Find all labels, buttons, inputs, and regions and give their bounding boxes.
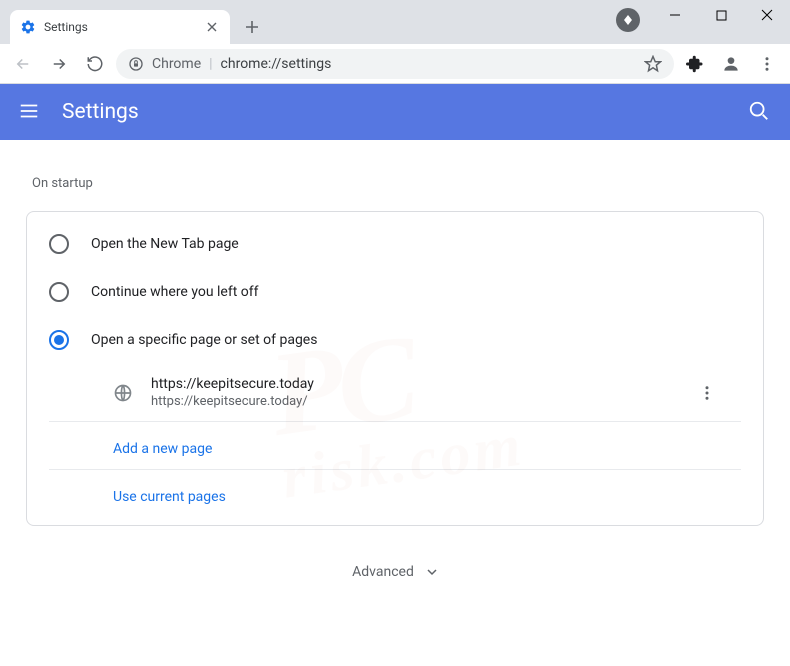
omnibox-chip: Chrome (152, 56, 201, 72)
profile-button[interactable] (716, 49, 746, 79)
section-title: On startup (32, 176, 764, 191)
radio-icon[interactable] (49, 282, 69, 302)
startup-card: Open the New Tab page Continue where you… (26, 211, 764, 526)
startup-option-continue[interactable]: Continue where you left off (27, 268, 763, 316)
startup-page-row: https://keepitsecure.today https://keepi… (49, 364, 741, 422)
address-bar[interactable]: Chrome | chrome://settings (116, 49, 674, 79)
advanced-toggle[interactable]: Advanced (26, 564, 764, 580)
globe-icon (113, 383, 133, 403)
lock-icon (128, 56, 144, 72)
kebab-menu-button[interactable] (752, 49, 782, 79)
omnibox-divider: | (209, 56, 212, 72)
page-actions-button[interactable] (695, 381, 719, 405)
add-page-row[interactable]: Add a new page (49, 422, 741, 470)
star-icon[interactable] (644, 55, 662, 73)
option-label: Continue where you left off (91, 284, 259, 300)
page-title: https://keepitsecure.today (151, 376, 677, 392)
close-window-button[interactable] (744, 0, 790, 30)
forward-button[interactable] (44, 49, 74, 79)
tab-title: Settings (44, 20, 196, 34)
startup-option-specific[interactable]: Open a specific page or set of pages (27, 316, 763, 364)
new-tab-button[interactable] (238, 13, 266, 41)
window-controls (652, 0, 790, 30)
omnibox-url: chrome://settings (221, 56, 636, 72)
radio-icon[interactable] (49, 330, 69, 350)
tab-close-icon[interactable] (204, 19, 220, 35)
chevron-down-icon (426, 566, 438, 578)
back-button[interactable] (8, 49, 38, 79)
page-url: https://keepitsecure.today/ (151, 394, 677, 409)
add-page-link[interactable]: Add a new page (113, 441, 212, 457)
radio-icon[interactable] (49, 234, 69, 254)
header-title: Settings (62, 100, 748, 124)
maximize-button[interactable] (698, 0, 744, 30)
page-info: https://keepitsecure.today https://keepi… (151, 376, 677, 409)
option-label: Open the New Tab page (91, 236, 239, 252)
settings-header: Settings (0, 84, 790, 140)
search-icon[interactable] (748, 100, 772, 124)
browser-tab[interactable]: Settings (10, 10, 230, 44)
advanced-label: Advanced (352, 564, 414, 580)
use-current-link[interactable]: Use current pages (113, 489, 226, 505)
window-titlebar: Settings (0, 0, 790, 44)
hamburger-menu-icon[interactable] (18, 100, 42, 124)
startup-option-newtab[interactable]: Open the New Tab page (27, 220, 763, 268)
profile-badge-icon[interactable] (616, 8, 640, 32)
settings-gear-icon (20, 19, 36, 35)
use-current-row[interactable]: Use current pages (49, 470, 741, 517)
settings-content: PCrisk.com On startup Open the New Tab p… (0, 140, 790, 666)
extensions-button[interactable] (680, 49, 710, 79)
option-label: Open a specific page or set of pages (91, 332, 317, 348)
browser-toolbar: Chrome | chrome://settings (0, 44, 790, 84)
reload-button[interactable] (80, 49, 110, 79)
minimize-button[interactable] (652, 0, 698, 30)
